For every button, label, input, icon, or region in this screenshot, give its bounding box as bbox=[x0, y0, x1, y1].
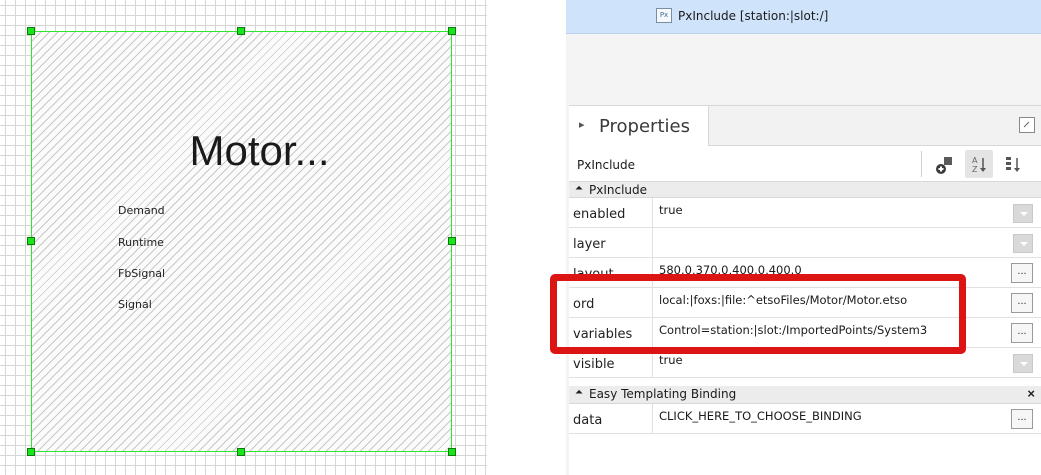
edit-dialog-button[interactable]: ... bbox=[1011, 409, 1033, 429]
highlight-annotation-box bbox=[550, 274, 966, 354]
add-slot-button[interactable] bbox=[931, 150, 959, 178]
section-collapse-icon[interactable]: ⏶ bbox=[575, 183, 583, 194]
resize-handle-right[interactable] bbox=[448, 237, 456, 245]
sort-alphabetical-button[interactable]: A Z bbox=[965, 150, 993, 178]
properties-title: Properties bbox=[599, 116, 690, 137]
signal-label-runtime: Runtime bbox=[118, 236, 164, 249]
properties-tab[interactable]: ▸ Properties bbox=[569, 106, 709, 146]
px-include-widget[interactable]: Motor... Demand Runtime FbSignal Signal bbox=[31, 31, 452, 452]
sort-category-icon bbox=[1006, 157, 1020, 172]
px-file-icon: Px bbox=[656, 8, 672, 23]
toolbar-divider bbox=[921, 151, 922, 177]
property-row-layer[interactable]: layer bbox=[569, 228, 1041, 258]
object-type-label: PxInclude bbox=[577, 158, 636, 172]
resize-handle-top[interactable] bbox=[237, 27, 245, 35]
property-value[interactable]: CLICK_HERE_TO_CHOOSE_BINDING bbox=[659, 409, 862, 423]
resize-handle-bottom-right[interactable] bbox=[448, 448, 456, 456]
sort-category-button[interactable] bbox=[999, 150, 1027, 178]
resize-handle-bottom-left[interactable] bbox=[27, 448, 35, 456]
dropdown-button[interactable] bbox=[1013, 204, 1033, 223]
edit-dialog-button[interactable]: ... bbox=[1011, 323, 1033, 343]
section-collapse-icon[interactable]: ⏶ bbox=[575, 387, 583, 398]
maximize-icon[interactable] bbox=[1019, 117, 1035, 133]
property-value[interactable]: true bbox=[659, 353, 683, 367]
signal-label-fbsignal: FbSignal bbox=[118, 267, 166, 280]
collapse-chevron-icon[interactable]: ▸ bbox=[579, 118, 585, 131]
signal-label-demand: Demand bbox=[118, 204, 165, 217]
section-title: Easy Templating Binding bbox=[589, 387, 737, 401]
section-header-pxinclude[interactable]: ⏶ PxInclude bbox=[569, 182, 1041, 198]
widget-title: Motor... bbox=[189, 127, 330, 174]
property-name: data bbox=[569, 404, 653, 433]
dropdown-button[interactable] bbox=[1013, 354, 1033, 373]
right-pane: Px PxInclude [station:|slot:/] ▸ Propert… bbox=[566, 0, 1041, 475]
dropdown-button[interactable] bbox=[1013, 234, 1033, 253]
property-name: enabled bbox=[569, 198, 653, 227]
close-icon[interactable]: × bbox=[1027, 386, 1035, 401]
properties-header: ▸ Properties bbox=[569, 106, 1041, 146]
property-row-data[interactable]: data CLICK_HERE_TO_CHOOSE_BINDING ... bbox=[569, 404, 1041, 434]
section-title: PxInclude bbox=[589, 183, 648, 197]
svg-text:A: A bbox=[972, 156, 978, 165]
nav-path-label: PxInclude [station:|slot:/] bbox=[678, 9, 829, 23]
edit-dialog-button[interactable]: ... bbox=[1011, 263, 1033, 283]
section-header-easy-templating-binding[interactable]: ⏶ Easy Templating Binding × bbox=[569, 386, 1041, 404]
resize-handle-bottom[interactable] bbox=[237, 448, 245, 456]
resize-handle-top-left[interactable] bbox=[27, 27, 35, 35]
property-row-enabled[interactable]: enabled true bbox=[569, 198, 1041, 228]
property-name: layer bbox=[569, 228, 653, 257]
property-value[interactable]: true bbox=[659, 203, 683, 217]
signal-label-signal: Signal bbox=[118, 298, 152, 311]
svg-text:Z: Z bbox=[972, 165, 978, 174]
properties-toolbar: PxInclude A Z bbox=[569, 146, 1041, 182]
nav-tree-selected-row[interactable]: Px PxInclude [station:|slot:/] bbox=[566, 0, 1041, 34]
edit-dialog-button[interactable]: ... bbox=[1011, 293, 1033, 313]
px-editor-canvas[interactable]: Motor... Demand Runtime FbSignal Signal bbox=[0, 0, 487, 475]
resize-handle-left[interactable] bbox=[27, 237, 35, 245]
sort-az-icon: A Z bbox=[972, 156, 986, 174]
screen: Motor... Demand Runtime FbSignal Signal … bbox=[0, 0, 1041, 475]
resize-handle-top-right[interactable] bbox=[448, 27, 456, 35]
add-slot-icon bbox=[936, 157, 952, 174]
